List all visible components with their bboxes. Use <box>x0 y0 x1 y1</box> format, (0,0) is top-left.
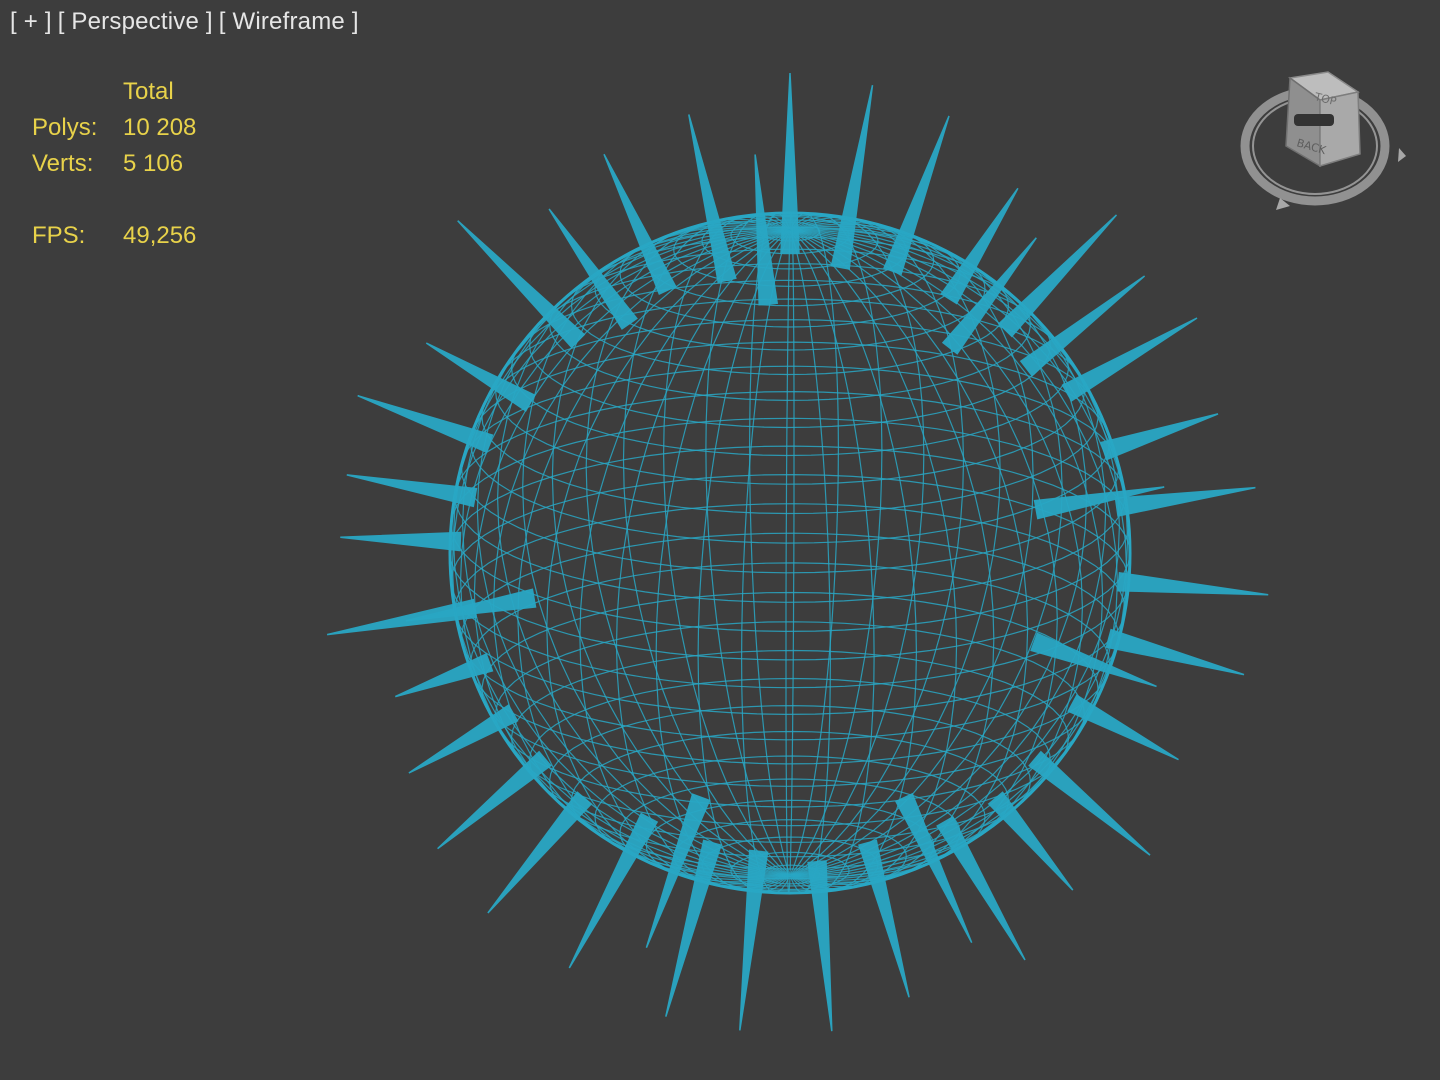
spike <box>457 220 586 349</box>
polys-value: 10 208 <box>123 114 197 141</box>
viewcube-icon[interactable]: TOP BACK <box>1240 66 1410 226</box>
fps-label: FPS: <box>32 222 86 249</box>
spike <box>1117 571 1269 596</box>
longitude-line <box>789 230 832 894</box>
spike <box>408 704 519 774</box>
spike <box>437 750 552 850</box>
spike <box>1100 413 1219 461</box>
longitude-line <box>789 229 958 890</box>
viewport-point-of-view-label[interactable]: [ Perspective ] <box>58 8 213 35</box>
spike <box>997 214 1118 338</box>
longitude-line <box>551 220 791 877</box>
fps-value: 49,256 <box>123 222 197 249</box>
longitude-line <box>789 229 1029 886</box>
viewport-shading-label[interactable]: [ Wireframe ] <box>219 8 359 35</box>
longitude-line <box>655 229 791 891</box>
longitude-line <box>622 216 791 877</box>
longitude-line <box>789 212 840 876</box>
polys-label: Polys: <box>32 114 98 141</box>
longitude-line <box>748 212 791 876</box>
longitude-line <box>789 211 795 876</box>
spike <box>1067 694 1179 761</box>
spike <box>1105 628 1245 676</box>
stats-header: Total <box>123 78 174 105</box>
spike <box>1028 750 1151 856</box>
viewport-label-bar: [ + ][ Perspective ][ Wireframe ] <box>10 8 359 36</box>
verts-value: 5 106 <box>123 150 184 177</box>
viewport-menu-plus[interactable]: [ + ] <box>10 8 52 35</box>
spike <box>425 342 536 412</box>
longitude-line <box>449 229 791 877</box>
spike <box>340 531 462 552</box>
spike <box>987 791 1074 891</box>
verts-label: Verts: <box>32 150 94 177</box>
perspective-viewport[interactable]: [ + ][ Perspective ][ Wireframe ] Total … <box>0 0 1440 1080</box>
wireframe-sphere <box>448 211 1132 895</box>
longitude-line <box>785 230 791 895</box>
wireframe-scene[interactable] <box>0 0 1440 1080</box>
longitude-line <box>789 215 925 877</box>
longitude-line <box>740 230 791 894</box>
